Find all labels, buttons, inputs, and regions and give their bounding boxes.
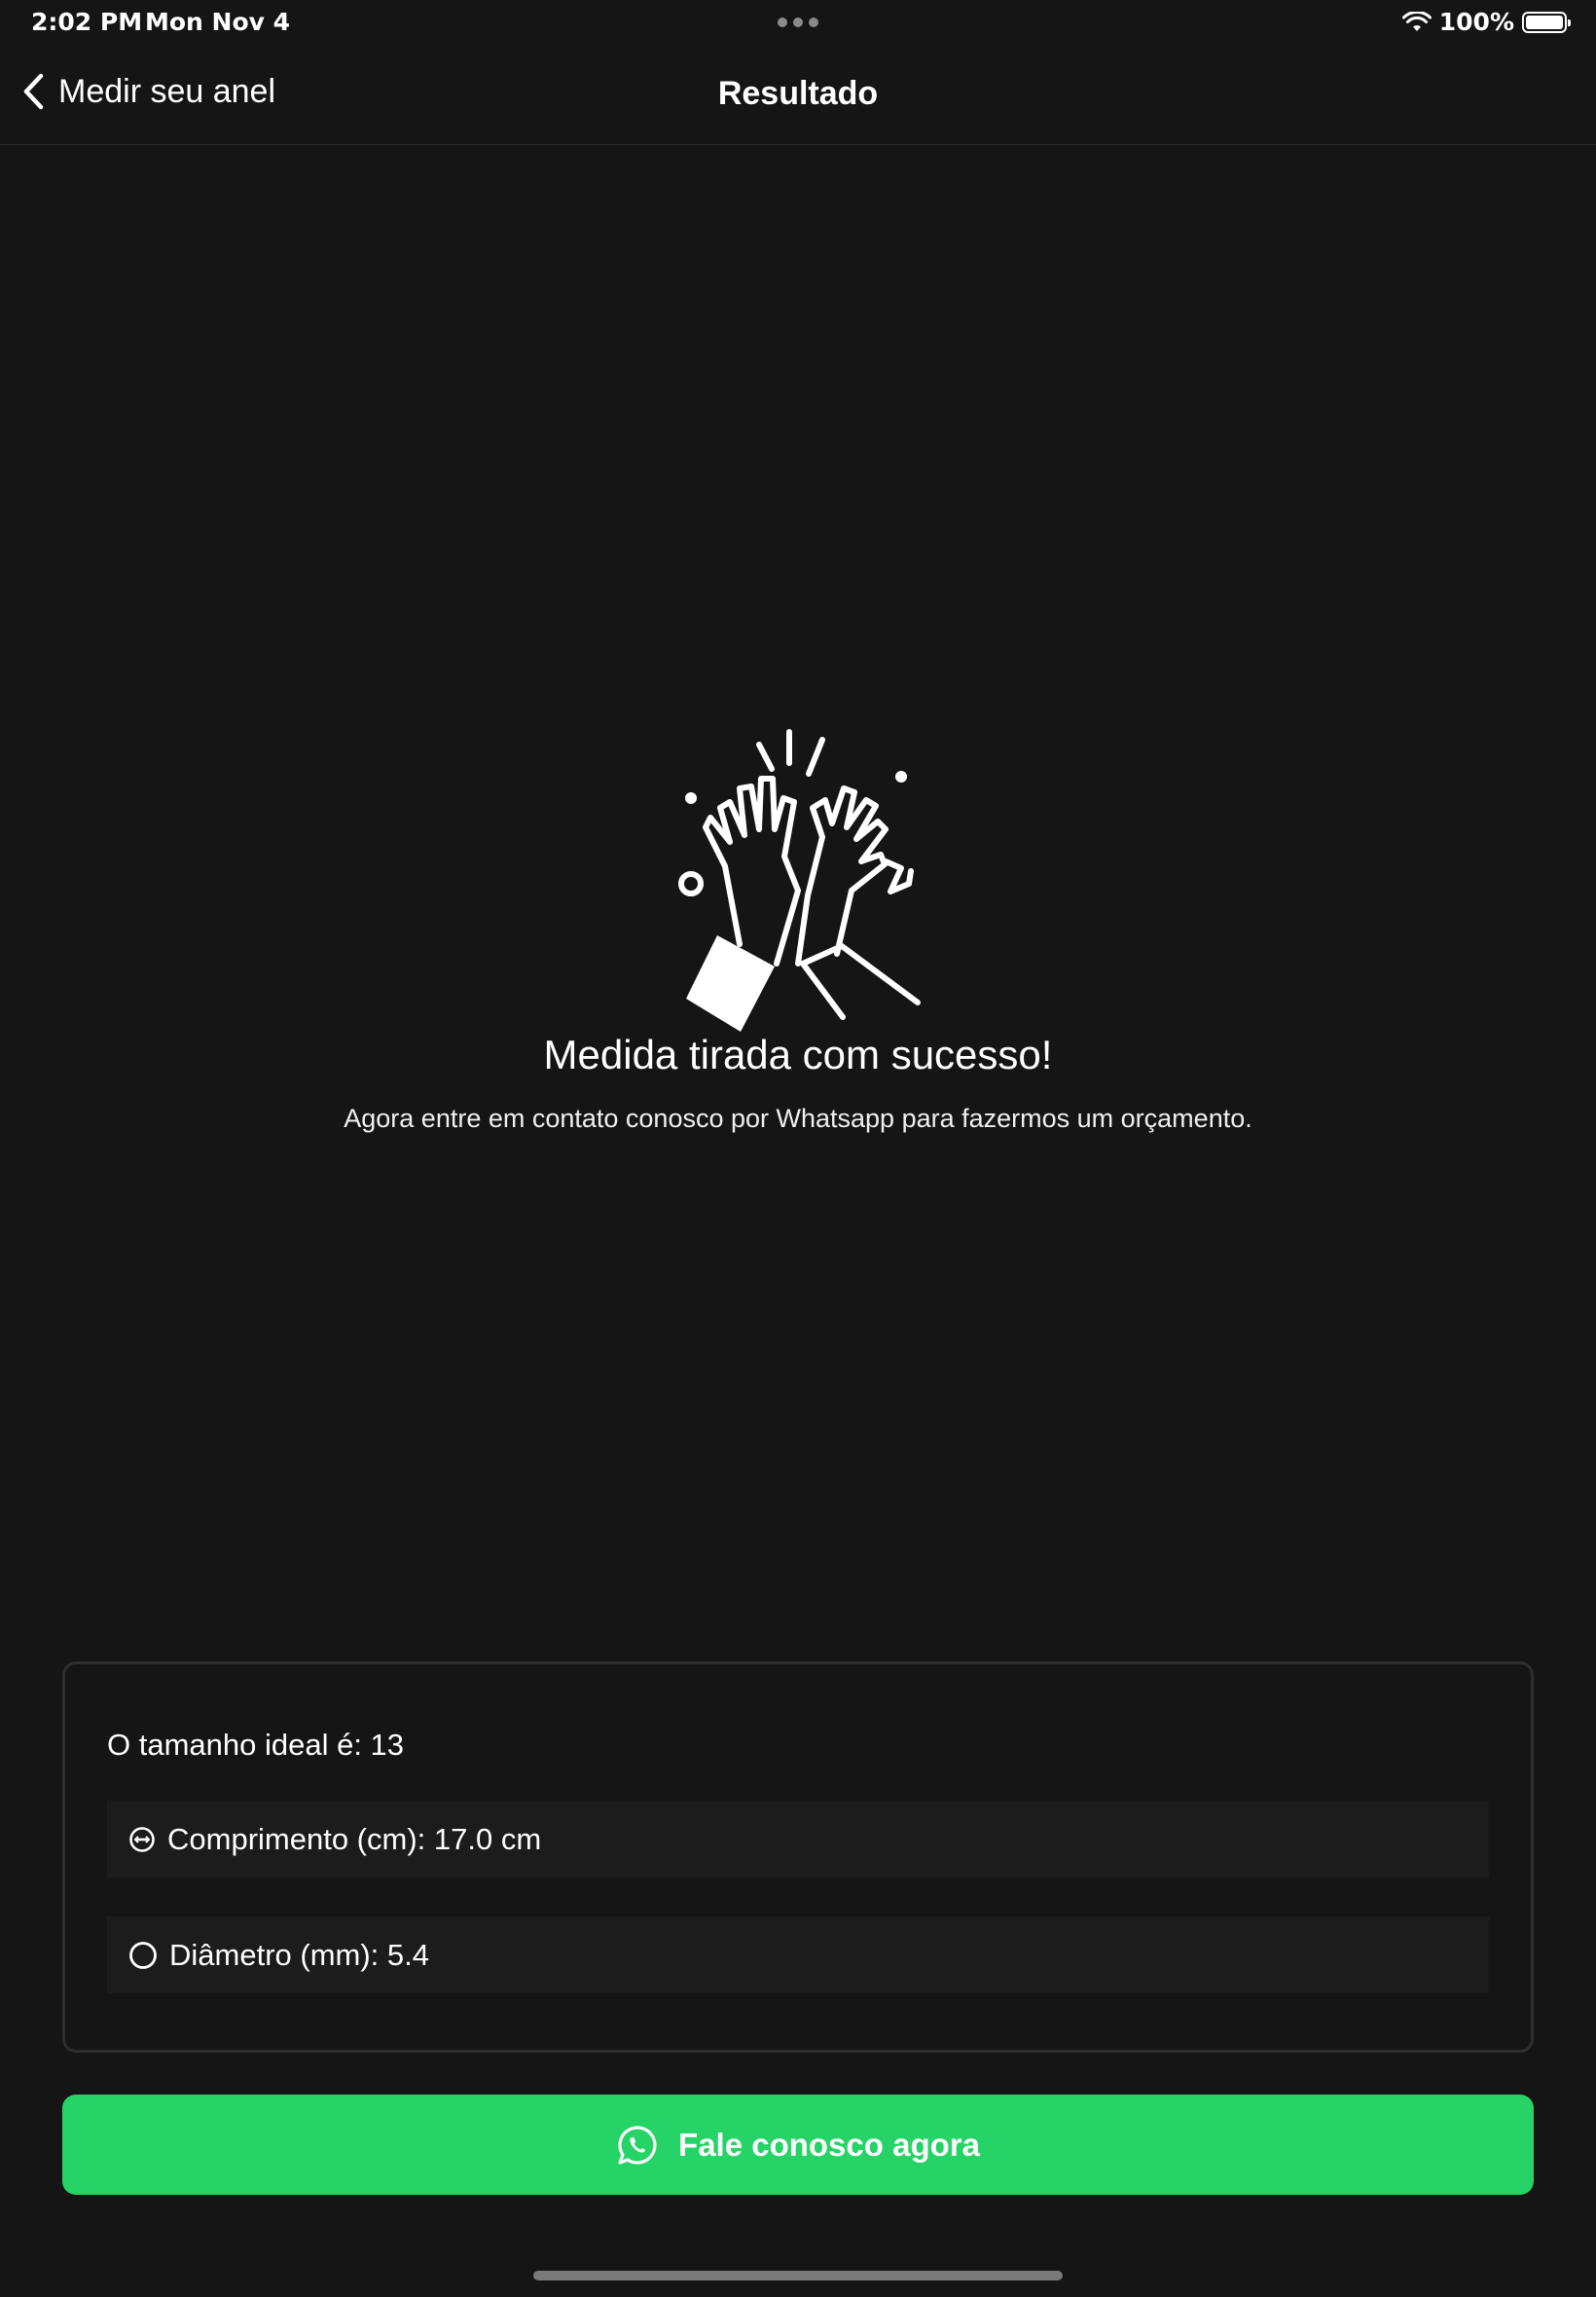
result-screen: 2:02 PM Mon Nov 4 100% Medir seu anel Re… bbox=[0, 0, 1596, 2297]
circle-icon bbox=[129, 1941, 157, 1969]
page-title: Resultado bbox=[717, 75, 879, 112]
back-button[interactable]: Medir seu anel bbox=[21, 72, 275, 111]
back-button-label: Medir seu anel bbox=[58, 72, 276, 110]
contact-button-label: Fale conosco agora bbox=[678, 2126, 980, 2163]
success-subline: Agora entre em contato conosco por Whats… bbox=[344, 1104, 1252, 1133]
home-indicator[interactable] bbox=[533, 2271, 1063, 2280]
status-bar: 2:02 PM Mon Nov 4 100% bbox=[0, 0, 1596, 47]
whatsapp-icon bbox=[618, 2125, 657, 2165]
high-five-hands-icon bbox=[678, 729, 921, 1032]
status-indicators: 100% bbox=[1401, 8, 1571, 36]
ideal-size-text: O tamanho ideal é: 13 bbox=[107, 1728, 405, 1762]
status-date: Mon Nov 4 bbox=[145, 8, 291, 36]
status-time: 2:02 PM bbox=[31, 8, 143, 36]
diameter-row: Diâmetro (mm): 5.4 bbox=[107, 1916, 1489, 1993]
length-text: Comprimento (cm): 17.0 cm bbox=[167, 1821, 542, 1856]
length-row: Comprimento (cm): 17.0 cm bbox=[107, 1801, 1489, 1878]
contact-whatsapp-button[interactable]: Fale conosco agora bbox=[62, 2095, 1534, 2195]
multitasking-dots-icon[interactable] bbox=[778, 18, 818, 27]
battery-level bbox=[1526, 15, 1563, 29]
diameter-text: Diâmetro (mm): 5.4 bbox=[169, 1937, 429, 1972]
length-icon bbox=[129, 1826, 155, 1852]
battery-icon bbox=[1522, 11, 1571, 33]
success-headline: Medida tirada com sucesso! bbox=[543, 1032, 1053, 1077]
battery-percent: 100% bbox=[1438, 8, 1514, 36]
result-card: O tamanho ideal é: 13 Comprimento (cm): … bbox=[62, 1661, 1534, 2053]
wifi-icon bbox=[1401, 11, 1432, 31]
chevron-left-icon bbox=[23, 73, 44, 110]
navigation-bar: Medir seu anel Resultado bbox=[0, 47, 1596, 145]
